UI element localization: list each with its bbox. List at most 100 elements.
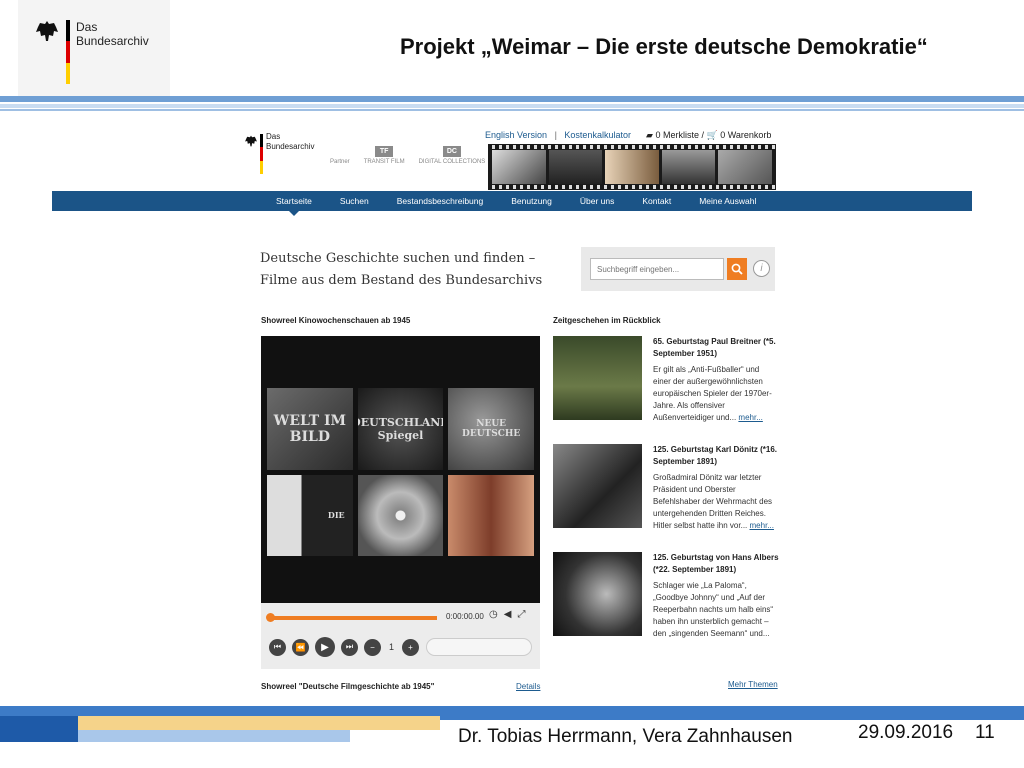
main-navigation: Startseite Suchen Bestandsbeschreibung B… [52, 191, 972, 216]
video-tile-welt-im-bild: WELT IM BILD [267, 388, 353, 470]
timecode: 0:00:00.00 [446, 612, 484, 621]
news-thumb-doenitz[interactable] [553, 444, 642, 528]
details-link[interactable]: Details [516, 682, 540, 691]
news-more-link[interactable]: mehr... [750, 521, 774, 530]
step-back-icon[interactable]: ⏪ [292, 638, 309, 656]
german-flag-stripe [66, 20, 70, 84]
nav-kontakt[interactable]: Kontakt [628, 191, 685, 211]
topnav-separator: | [554, 130, 557, 140]
nav-benutzung[interactable]: Benutzung [497, 191, 566, 211]
german-flag-stripe [260, 134, 263, 174]
top-navigation: English Version | Kostenkalkulator [485, 130, 631, 140]
news-title[interactable]: 125. Geburtstag Karl Dönitz (*16. Septem… [653, 444, 779, 468]
merkliste-link[interactable]: 0 Merkliste [655, 130, 699, 140]
video-tile-faces [448, 474, 534, 556]
presentation-slide: Das Bundesarchiv Projekt „Weimar – Die e… [0, 0, 1024, 768]
nav-bestandsbeschreibung[interactable]: Bestandsbeschreibung [383, 191, 497, 211]
showreel-filmgeschichte-title: Showreel "Deutsche Filmgeschichte ab 194… [261, 682, 435, 691]
headline-line-1: Deutsche Geschichte suchen und finden – [260, 251, 536, 266]
film-holes-bottom [488, 185, 776, 189]
playback-buttons: ⏮ ⏪ ▶ ⏭ − 1 + [269, 637, 420, 657]
digital-collections-name: DIGITAL COLLECTIONS [418, 159, 486, 165]
film-frame-portraits [605, 150, 659, 184]
video-tile-deutschland-spiegel: DEUTSCHLAND Spiegel [357, 388, 444, 470]
footer-block-orange [78, 716, 440, 730]
news-title[interactable]: 125. Geburtstag von Hans Albers (*22. Se… [653, 552, 779, 576]
footer-author: Dr. Tobias Herrmann, Vera Zahnhausen [458, 726, 793, 747]
logo-line-2: Bundesarchiv [76, 34, 149, 48]
partner-label: Partner [330, 159, 350, 165]
nav-suchen[interactable]: Suchen [326, 191, 383, 211]
cart-separator: / [701, 130, 704, 140]
film-strip-banner [488, 144, 776, 190]
news-body: 125. Geburtstag Karl Dönitz (*16. Septem… [653, 444, 779, 532]
progress-bar[interactable] [266, 613, 437, 622]
info-icon[interactable]: i [753, 260, 770, 277]
site-logo-line-1: Das [266, 132, 281, 141]
site-logo-line-2: Bundesarchiv [266, 142, 315, 151]
video-preview-grid: WELT IM BILD DEUTSCHLAND Spiegel NEUE DE… [267, 388, 534, 556]
site-logo-text: Das Bundesarchiv [266, 132, 314, 152]
video-tile-die: DIE [267, 474, 353, 556]
skip-start-icon[interactable]: ⏮ [269, 638, 286, 656]
folder-icon: ▰ [646, 130, 653, 140]
search-button[interactable] [727, 258, 747, 280]
showreel-title: Showreel Kinowochenschauen ab 1945 [261, 316, 411, 325]
magnifier-icon [731, 263, 743, 275]
logo-text: Das Bundesarchiv [76, 20, 149, 48]
headline-line-2: Filme aus dem Bestand des Bundesarchivs [260, 273, 543, 288]
search-input[interactable] [590, 258, 724, 280]
news-thumb-albers[interactable] [553, 552, 642, 636]
nav-ueber-uns[interactable]: Über uns [566, 191, 629, 211]
clock-icon[interactable]: ◷ [489, 609, 498, 620]
video-controls: 0:00:00.00 ◷ ◀ ⤢ ⏮ ⏪ ▶ ⏭ − 1 + [261, 603, 540, 669]
digital-collections-logo[interactable]: DC DIGITAL COLLECTIONS [418, 146, 486, 165]
page-headline: Deutsche Geschichte suchen und finden – … [260, 248, 542, 292]
news-body: 65. Geburtstag Paul Breitner (*5. Septem… [653, 336, 779, 424]
film-frames [492, 150, 772, 184]
news-item: 125. Geburtstag von Hans Albers (*22. Se… [553, 552, 779, 638]
search-panel: i [581, 247, 775, 291]
transit-film-mark: TF [375, 146, 394, 157]
film-frame-camera [492, 150, 546, 184]
slide-title: Projekt „Weimar – Die erste deutsche Dem… [400, 34, 928, 59]
progress-fill [269, 616, 437, 620]
cart-icon: 🛒 [706, 130, 718, 140]
nav-meine-auswahl[interactable]: Meine Auswahl [685, 191, 770, 211]
transit-film-name: TRANSIT FILM [363, 159, 405, 165]
playback-number: 1 [389, 642, 395, 652]
video-tile-neue-deutsche: NEUE DEUTSCHE [448, 388, 534, 470]
warenkorb-link[interactable]: 0 Warenkorb [720, 130, 771, 140]
plus-icon[interactable]: + [402, 638, 420, 656]
kostenkalkulator-link[interactable]: Kostenkalkulator [564, 130, 631, 140]
nav-startseite[interactable]: Startseite [262, 191, 326, 216]
news-item: 125. Geburtstag Karl Dönitz (*16. Septem… [553, 444, 779, 530]
header-divider-thin [0, 109, 1024, 111]
fullscreen-icon[interactable]: ⤢ [517, 609, 525, 620]
news-text: Schlager wie „La Paloma“, „Goodbye Johnn… [653, 581, 774, 638]
play-icon[interactable]: ▶ [315, 637, 335, 657]
skip-end-icon[interactable]: ⏭ [341, 638, 358, 656]
news-more-link[interactable]: mehr... [738, 413, 762, 422]
bundesarchiv-logo: Das Bundesarchiv [18, 0, 170, 96]
news-item: 65. Geburtstag Paul Breitner (*5. Septem… [553, 336, 779, 422]
news-body: 125. Geburtstag von Hans Albers (*22. Se… [653, 552, 779, 640]
playback-slider-field[interactable] [426, 638, 532, 656]
footer-line [440, 716, 1024, 720]
progress-knob[interactable] [266, 613, 275, 622]
page-number: 11 [975, 722, 995, 743]
more-themes-link[interactable]: Mehr Themen [728, 680, 778, 689]
player-option-icons: ◷ ◀ ⤢ [489, 609, 525, 620]
english-version-link[interactable]: English Version [485, 130, 547, 140]
website-screenshot: Das Bundesarchiv Partner TF TRANSIT FILM… [52, 118, 972, 698]
volume-icon[interactable]: ◀ [504, 609, 512, 620]
film-frame-cars [718, 150, 772, 184]
minus-icon[interactable]: − [364, 638, 381, 656]
transit-film-logo[interactable]: TF TRANSIT FILM [364, 146, 405, 165]
footer-block-lightblue [78, 730, 350, 742]
news-thumb-breitner[interactable] [553, 336, 642, 420]
news-title[interactable]: 65. Geburtstag Paul Breitner (*5. Septem… [653, 336, 779, 360]
footer-block-dark [0, 716, 78, 742]
partner-logos: Partner TF TRANSIT FILM DC DIGITAL COLLE… [330, 146, 485, 165]
header-divider [0, 96, 1024, 102]
